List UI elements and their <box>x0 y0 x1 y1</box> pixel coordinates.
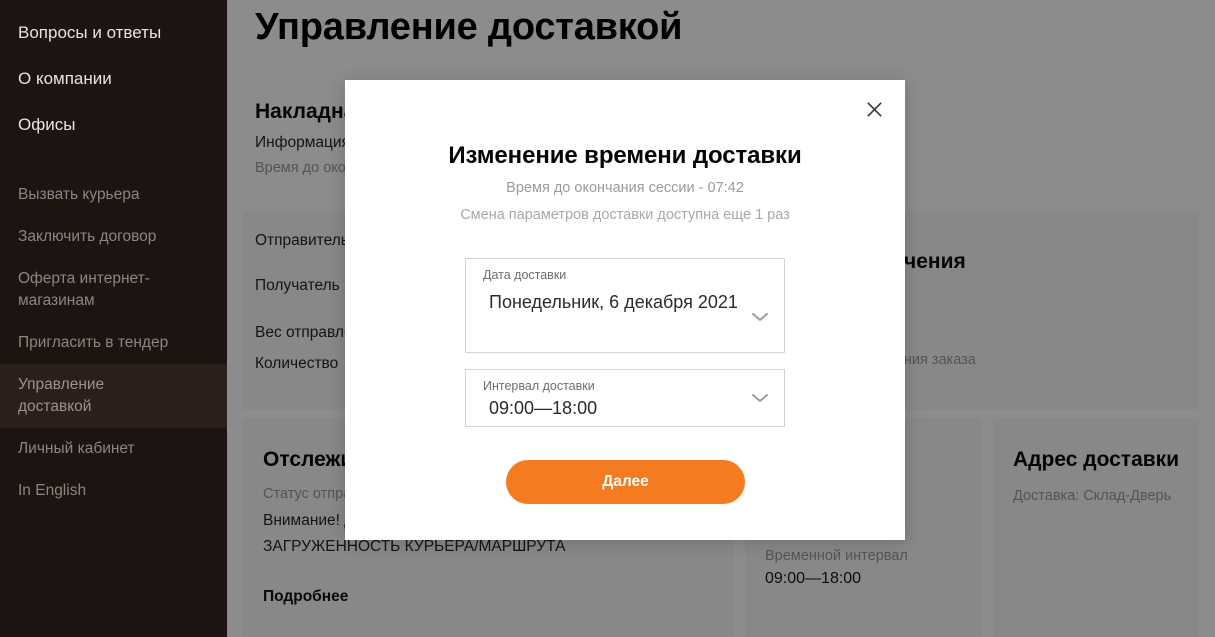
sidebar: Вопросы и ответы О компании Офисы Вызват… <box>0 0 227 637</box>
sidebar-top-group: Вопросы и ответы О компании Офисы <box>0 0 227 148</box>
delivery-date-select[interactable]: Дата доставки Понедельник, 6 декабря 202… <box>465 258 785 353</box>
screen-root: Вопросы и ответы О компании Офисы Вызват… <box>0 0 1215 637</box>
delivery-interval-value: 09:00—18:00 <box>489 398 598 418</box>
change-delivery-time-modal: Изменение времени доставки Время до окон… <box>345 80 905 540</box>
sidebar-item-offices[interactable]: Офисы <box>0 102 227 148</box>
sidebar-item-personal-account[interactable]: Личный кабинет <box>0 428 227 470</box>
delivery-interval-select[interactable]: Интервал доставки 09:00—18:00 <box>465 369 785 427</box>
sidebar-item-call-courier[interactable]: Вызвать курьера <box>0 174 227 216</box>
submit-next-button[interactable]: Далее <box>506 460 745 504</box>
modal-changes-left: Смена параметров доставки доступна еще 1… <box>460 207 790 223</box>
sidebar-item-in-english[interactable]: In English <box>0 470 227 512</box>
close-icon[interactable] <box>857 92 891 126</box>
sidebar-item-about[interactable]: О компании <box>0 56 227 102</box>
modal-title: Изменение времени доставки <box>448 142 802 169</box>
chevron-down-icon <box>750 392 770 404</box>
sidebar-divider <box>0 148 227 174</box>
delivery-interval-label: Интервал доставки <box>483 379 595 393</box>
sidebar-secondary-group: Вызвать курьера Заключить договор Оферта… <box>0 174 227 512</box>
sidebar-item-offer-eshops[interactable]: Оферта интернет- магазинам <box>0 258 227 322</box>
sidebar-item-faq[interactable]: Вопросы и ответы <box>0 10 227 56</box>
modal-session-timer: Время до окончания сессии - 07:42 <box>506 180 744 196</box>
sidebar-item-sign-contract[interactable]: Заключить договор <box>0 216 227 258</box>
delivery-date-value: Понедельник, 6 декабря 2021 <box>489 292 738 312</box>
sidebar-item-delivery-management[interactable]: Управление доставкой <box>0 364 227 428</box>
chevron-down-icon <box>750 311 770 323</box>
delivery-date-label: Дата доставки <box>483 268 567 282</box>
sidebar-item-invite-tender[interactable]: Пригласить в тендер <box>0 322 227 364</box>
